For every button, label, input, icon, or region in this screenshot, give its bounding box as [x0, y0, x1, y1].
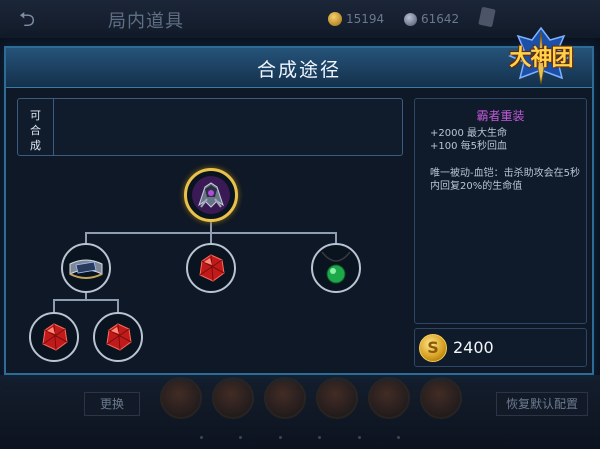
- gem-currency-value: 61642: [421, 12, 460, 26]
- item-passive-description: 唯一被动-血铠：击杀助攻会在5秒内回复20%的生命值: [430, 168, 580, 192]
- bottom-nav-dots: [200, 436, 400, 442]
- green-pendant-icon[interactable]: [311, 243, 361, 293]
- restore-default-button[interactable]: 恢复默认配置: [496, 392, 588, 416]
- back-arrow-icon[interactable]: ⮌: [10, 8, 44, 30]
- red-crystal-icon[interactable]: [29, 312, 79, 362]
- gold-coin-icon: S: [419, 334, 447, 362]
- equipment-slot-icon[interactable]: [316, 377, 358, 419]
- brand-logo: 大神团: [500, 26, 582, 86]
- craftable-label: 可合成: [18, 99, 54, 155]
- item-name: 霸者重装: [476, 109, 525, 123]
- background-title: 局内道具: [108, 11, 184, 32]
- gold-coin-icon: [328, 12, 342, 26]
- tree-connector: [53, 299, 119, 301]
- red-crystal-icon[interactable]: [93, 312, 143, 362]
- craftable-items-box: 可合成: [17, 98, 403, 156]
- item-price-box: S 2400: [414, 328, 587, 367]
- gold-currency: 15194: [328, 10, 384, 28]
- domineering-armor-icon[interactable]: [184, 168, 238, 222]
- item-info-panel: 霸者重装 +2000 最大生命 +100 每5秒回血 唯一被动-血铠：击杀助攻会…: [414, 98, 587, 324]
- equipment-slot-icon[interactable]: [264, 377, 306, 419]
- gold-currency-value: 15194: [346, 12, 385, 26]
- item-stat-line: +100 每5秒回血: [430, 141, 508, 152]
- replace-button[interactable]: 更换: [84, 392, 140, 416]
- gem-currency: 61642: [404, 10, 459, 28]
- tree-connector: [53, 299, 55, 313]
- equipment-slot-icon[interactable]: [420, 377, 462, 419]
- tree-connector: [117, 299, 119, 313]
- red-crystal-icon[interactable]: [186, 243, 236, 293]
- item-stat-line: +2000 最大生命: [430, 128, 508, 139]
- gem-icon: [404, 12, 417, 26]
- equipment-slot-icon[interactable]: [212, 377, 254, 419]
- equipment-slot-icon[interactable]: [368, 377, 410, 419]
- logo-text: 大神团: [509, 45, 573, 71]
- item-price: 2400: [453, 338, 494, 357]
- armor-bracer-icon[interactable]: [61, 243, 111, 293]
- equipment-slot-icon[interactable]: [160, 377, 202, 419]
- item-stats: +2000 最大生命 +100 每5秒回血: [430, 127, 580, 153]
